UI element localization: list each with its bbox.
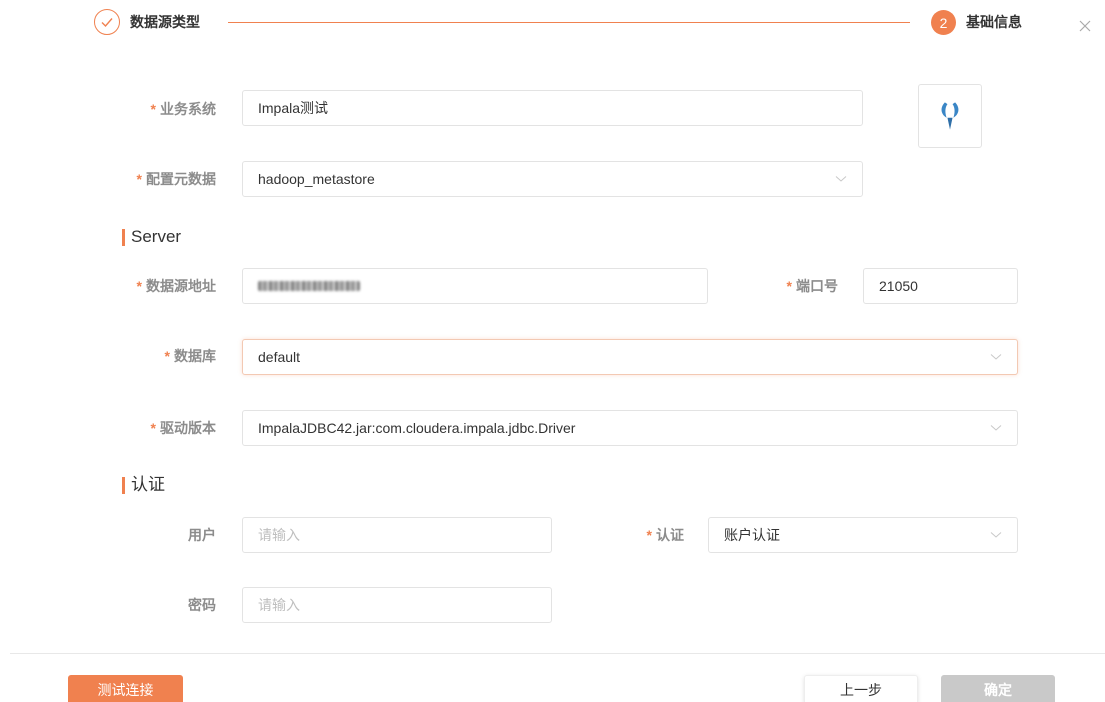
redacted-address	[258, 281, 360, 291]
auth-type-label: * 认证	[646, 527, 684, 543]
address-label: * 数据源地址	[136, 278, 216, 294]
footer-divider	[10, 653, 1105, 654]
driver-select[interactable]: ImpalaJDBC42.jar:com.cloudera.impala.jdb…	[242, 410, 1018, 446]
chevron-down-icon	[990, 354, 1002, 360]
user-label: 用户	[188, 527, 216, 543]
user-input[interactable]: 请输入	[242, 517, 552, 553]
database-select[interactable]: default	[242, 339, 1018, 375]
port-input[interactable]: 21050	[863, 268, 1018, 304]
metadata-select[interactable]: hadoop_metastore	[242, 161, 863, 197]
check-icon	[101, 18, 113, 28]
metadata-label: * 配置元数据	[136, 171, 216, 187]
step-2-number: 2	[931, 10, 956, 35]
datasource-logo	[918, 84, 982, 148]
step-1-label: 数据源类型	[130, 14, 200, 30]
server-section-title: Server	[122, 227, 181, 247]
chevron-down-icon	[990, 425, 1002, 431]
chevron-down-icon	[835, 176, 847, 182]
business-system-label: * 业务系统	[150, 101, 216, 117]
auth-type-select[interactable]: 账户认证	[708, 517, 1018, 553]
chevron-down-icon	[990, 532, 1002, 538]
address-input[interactable]	[242, 268, 708, 304]
port-label: * 端口号	[786, 278, 838, 294]
confirm-button[interactable]: 确定	[941, 675, 1055, 702]
step-2-label: 基础信息	[966, 14, 1022, 30]
database-label: * 数据库	[164, 348, 216, 364]
password-label: 密码	[188, 597, 216, 613]
business-system-input[interactable]: Impala测试	[242, 90, 863, 126]
step-connector	[228, 22, 910, 23]
step-1-done-icon	[94, 9, 120, 35]
driver-label: * 驱动版本	[150, 420, 216, 436]
close-icon	[1079, 20, 1091, 32]
password-input[interactable]: 请输入	[242, 587, 552, 623]
close-button[interactable]	[1078, 19, 1092, 33]
previous-step-button[interactable]: 上一步	[804, 675, 918, 702]
impala-logo	[941, 102, 959, 130]
test-connection-button[interactable]: 测试连接	[68, 675, 183, 702]
auth-section-title: 认证	[122, 475, 165, 495]
